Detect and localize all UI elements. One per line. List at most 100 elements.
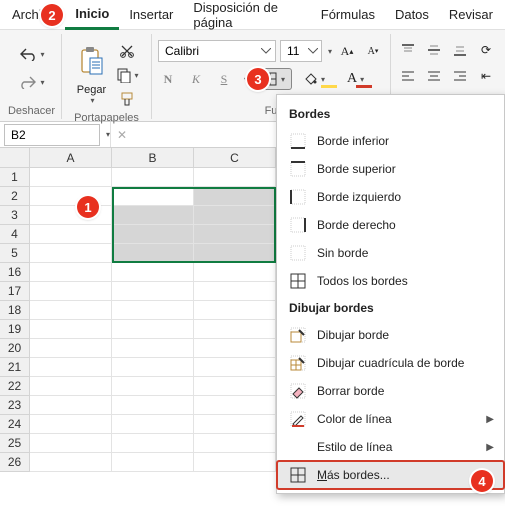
cell[interactable] <box>30 301 112 320</box>
menu-item-border-top[interactable]: Borde superior <box>277 155 504 183</box>
row-header[interactable]: 17 <box>0 282 30 301</box>
cell[interactable] <box>194 168 276 187</box>
cell[interactable] <box>194 320 276 339</box>
row-header[interactable]: 25 <box>0 434 30 453</box>
cell[interactable] <box>112 187 194 206</box>
cut-button[interactable] <box>114 40 140 62</box>
name-box[interactable] <box>4 124 100 146</box>
tab-datos[interactable]: Datos <box>385 1 439 28</box>
menu-item-border-bottom[interactable]: Borde inferior <box>277 127 504 155</box>
cell[interactable] <box>112 244 194 263</box>
cell[interactable] <box>112 263 194 282</box>
bold-button[interactable]: N <box>158 69 178 89</box>
cell[interactable] <box>30 168 112 187</box>
cell[interactable] <box>194 282 276 301</box>
cell[interactable] <box>194 206 276 225</box>
row-header[interactable]: 20 <box>0 339 30 358</box>
undo-button[interactable]: ▾ <box>14 42 48 66</box>
row-header[interactable]: 3 <box>0 206 30 225</box>
cell[interactable] <box>112 282 194 301</box>
col-header[interactable]: B <box>112 148 194 168</box>
cell[interactable] <box>30 396 112 415</box>
cell[interactable] <box>194 263 276 282</box>
row-header[interactable]: 23 <box>0 396 30 415</box>
cell[interactable] <box>112 225 194 244</box>
cell[interactable] <box>30 453 112 472</box>
menu-item-pen-color[interactable]: Color de línea▶ <box>277 405 504 433</box>
menu-item-pencil-grid[interactable]: Dibujar cuadrícula de borde <box>277 349 504 377</box>
italic-button[interactable]: K <box>186 69 206 89</box>
cell[interactable] <box>194 415 276 434</box>
cell[interactable] <box>112 301 194 320</box>
menu-item-border-right[interactable]: Borde derecho <box>277 211 504 239</box>
cell[interactable] <box>112 396 194 415</box>
menu-item-border-all[interactable]: Todos los bordes <box>277 267 504 295</box>
cell[interactable] <box>194 187 276 206</box>
row-header[interactable]: 5 <box>0 244 30 263</box>
align-left-button[interactable] <box>397 66 419 86</box>
cell[interactable] <box>30 377 112 396</box>
align-center-button[interactable] <box>423 66 445 86</box>
cell[interactable] <box>112 434 194 453</box>
menu-item-more-borders[interactable]: Más bordes... <box>277 461 504 489</box>
cell[interactable] <box>112 320 194 339</box>
cell[interactable] <box>30 244 112 263</box>
cell[interactable] <box>30 263 112 282</box>
tab-formulas[interactable]: Fórmulas <box>311 1 385 28</box>
cell[interactable] <box>112 377 194 396</box>
cell[interactable] <box>30 206 112 225</box>
row-header[interactable]: 2 <box>0 187 30 206</box>
menu-item-border-none[interactable]: Sin borde <box>277 239 504 267</box>
format-painter-button[interactable] <box>114 88 140 110</box>
row-header[interactable]: 16 <box>0 263 30 282</box>
align-top-button[interactable] <box>397 40 419 60</box>
underline-button[interactable]: S <box>214 69 234 89</box>
row-header[interactable]: 19 <box>0 320 30 339</box>
cell[interactable] <box>112 206 194 225</box>
row-header[interactable]: 4 <box>0 225 30 244</box>
cell[interactable] <box>194 396 276 415</box>
cell[interactable] <box>30 320 112 339</box>
cell[interactable] <box>194 453 276 472</box>
col-header[interactable]: A <box>30 148 112 168</box>
decrease-font-button[interactable]: A▾ <box>362 41 384 61</box>
paste-button[interactable] <box>72 38 110 84</box>
copy-button[interactable]: ▾ <box>114 64 140 86</box>
tab-revisar[interactable]: Revisar <box>439 1 503 28</box>
menu-item-[interactable]: Estilo de línea▶ <box>277 433 504 461</box>
cell[interactable] <box>112 358 194 377</box>
cell[interactable] <box>112 453 194 472</box>
cell[interactable] <box>194 339 276 358</box>
increase-font-button[interactable]: A▴ <box>336 41 358 61</box>
cell[interactable] <box>30 358 112 377</box>
indent-button[interactable]: ⇤ <box>475 66 497 86</box>
cell[interactable] <box>194 377 276 396</box>
row-header[interactable]: 22 <box>0 377 30 396</box>
menu-item-border-left[interactable]: Borde izquierdo <box>277 183 504 211</box>
cell[interactable] <box>194 358 276 377</box>
row-header[interactable]: 21 <box>0 358 30 377</box>
align-bottom-button[interactable] <box>449 40 471 60</box>
cell[interactable] <box>194 244 276 263</box>
font-size-select[interactable] <box>280 40 322 62</box>
cell[interactable] <box>30 187 112 206</box>
row-header[interactable]: 26 <box>0 453 30 472</box>
cell[interactable] <box>30 282 112 301</box>
cell[interactable] <box>30 225 112 244</box>
row-header[interactable]: 1 <box>0 168 30 187</box>
cell[interactable] <box>30 434 112 453</box>
row-header[interactable]: 18 <box>0 301 30 320</box>
tab-insertar[interactable]: Insertar <box>119 1 183 28</box>
cell[interactable] <box>194 225 276 244</box>
menu-item-eraser[interactable]: Borrar borde <box>277 377 504 405</box>
align-right-button[interactable] <box>449 66 471 86</box>
row-header[interactable]: 24 <box>0 415 30 434</box>
tab-inicio[interactable]: Inicio <box>65 0 119 30</box>
select-all-corner[interactable] <box>0 148 30 168</box>
align-middle-button[interactable] <box>423 40 445 60</box>
paste-dropdown-icon[interactable]: ▾ <box>90 96 94 105</box>
font-name-select[interactable] <box>158 40 276 62</box>
orientation-button[interactable]: ⟳ <box>475 40 497 60</box>
cell[interactable] <box>30 415 112 434</box>
cell[interactable] <box>30 339 112 358</box>
